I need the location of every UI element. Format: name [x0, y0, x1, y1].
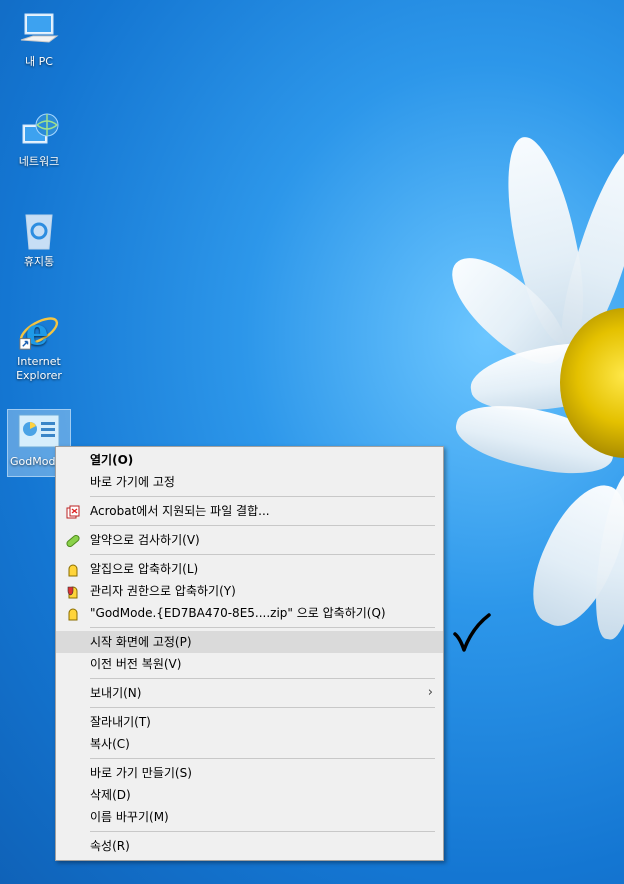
menu-item-label: 알집으로 압축하기(L): [90, 562, 199, 576]
menu-item-pin-to-shortcut[interactable]: 바로 가기에 고정: [56, 471, 443, 493]
menu-separator: [90, 831, 435, 832]
menu-item-alzip-compress[interactable]: 알집으로 압축하기(L): [56, 558, 443, 580]
desktop-icon-label: 휴지통: [23, 255, 55, 268]
menu-item-cut[interactable]: 잘라내기(T): [56, 711, 443, 733]
desktop-icon-recycle-bin[interactable]: 휴지통: [8, 210, 70, 269]
control-panel-icon: [18, 410, 60, 452]
menu-item-open[interactable]: 열기(O): [56, 449, 443, 471]
menu-item-label: 열기(O): [90, 453, 134, 467]
context-menu: 열기(O) 바로 가기에 고정 Acrobat에서 지원되는 파일 결합... …: [55, 446, 444, 861]
menu-item-alyac-scan[interactable]: 알약으로 검사하기(V): [56, 529, 443, 551]
acrobat-icon: [66, 504, 80, 519]
menu-item-label: Acrobat에서 지원되는 파일 결합...: [90, 504, 270, 518]
menu-item-alzip-compress-to-zip[interactable]: "GodMode.{ED7BA470-8E5....zip" 으로 압축하기(Q…: [56, 602, 443, 624]
desktop-icon-label: 네트워크: [18, 155, 60, 168]
menu-item-properties[interactable]: 속성(R): [56, 835, 443, 857]
alzip-icon: [66, 606, 80, 621]
menu-item-label: 알약으로 검사하기(V): [90, 533, 200, 547]
menu-item-label: 삭제(D): [90, 788, 131, 802]
desktop-icon-network[interactable]: 네트워크: [8, 110, 70, 169]
menu-item-label: 관리자 권한으로 압축하기(Y): [90, 584, 236, 598]
menu-item-label: 보내기(N): [90, 686, 142, 700]
recycle-bin-icon: [18, 210, 60, 252]
menu-separator: [90, 758, 435, 759]
menu-item-label: 시작 화면에 고정(P): [90, 635, 192, 649]
alzip-icon: [66, 562, 80, 577]
alzip-admin-icon: [66, 584, 80, 599]
network-icon: [18, 110, 60, 152]
menu-item-copy[interactable]: 복사(C): [56, 733, 443, 755]
desktop-icon-my-pc[interactable]: 내 PC: [8, 10, 70, 69]
internet-explorer-icon: e: [18, 310, 60, 353]
menu-separator: [90, 627, 435, 628]
chevron-right-icon: ›: [427, 685, 433, 700]
menu-item-label: 바로 가기에 고정: [90, 475, 175, 489]
menu-item-label: 속성(R): [90, 839, 130, 853]
menu-item-label: 복사(C): [90, 737, 130, 751]
menu-item-acrobat-combine[interactable]: Acrobat에서 지원되는 파일 결합...: [56, 500, 443, 522]
menu-item-delete[interactable]: 삭제(D): [56, 784, 443, 806]
menu-separator: [90, 525, 435, 526]
menu-separator: [90, 496, 435, 497]
menu-item-send-to[interactable]: 보내기(N) ›: [56, 682, 443, 704]
menu-item-label: 잘라내기(T): [90, 715, 151, 729]
alyac-pill-icon: [66, 533, 80, 548]
desktop-icon-label: Internet Explorer: [16, 355, 62, 382]
menu-separator: [90, 554, 435, 555]
desktop-icon-label: 내 PC: [25, 55, 53, 68]
menu-item-pin-to-start[interactable]: 시작 화면에 고정(P): [56, 631, 443, 653]
menu-item-label: 이름 바꾸기(M): [90, 810, 169, 824]
checkmark-icon: [453, 613, 491, 652]
menu-separator: [90, 678, 435, 679]
menu-item-create-shortcut[interactable]: 바로 가기 만들기(S): [56, 762, 443, 784]
desktop-icon-internet-explorer[interactable]: e Internet Explorer: [8, 310, 70, 383]
menu-item-restore-previous-versions[interactable]: 이전 버전 복원(V): [56, 653, 443, 675]
menu-separator: [90, 707, 435, 708]
menu-item-rename[interactable]: 이름 바꾸기(M): [56, 806, 443, 828]
pc-icon: [18, 10, 60, 52]
menu-item-label: "GodMode.{ED7BA470-8E5....zip" 으로 압축하기(Q…: [90, 606, 386, 620]
menu-item-label: 이전 버전 복원(V): [90, 657, 182, 671]
menu-item-alzip-admin-compress[interactable]: 관리자 권한으로 압축하기(Y): [56, 580, 443, 602]
menu-item-label: 바로 가기 만들기(S): [90, 766, 192, 780]
